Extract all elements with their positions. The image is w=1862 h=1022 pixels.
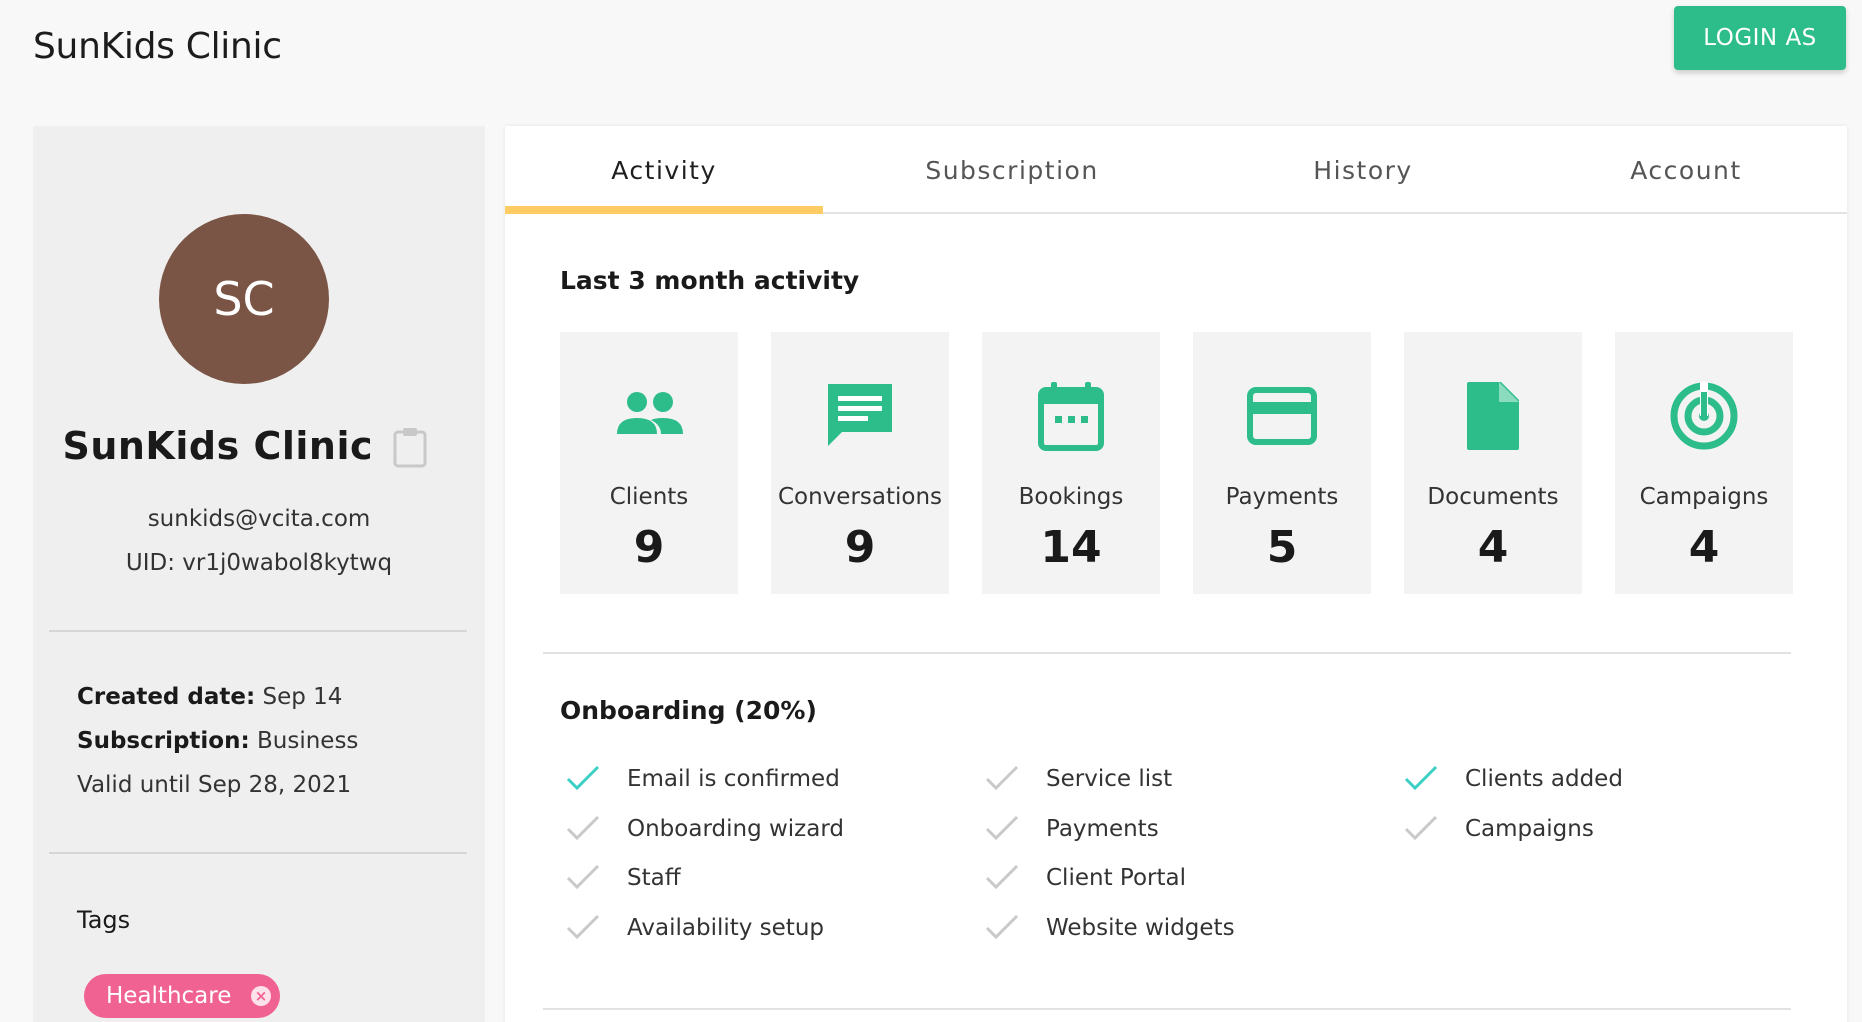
onboarding-label: Onboarding wizard [627, 816, 844, 842]
check-icon [566, 864, 600, 890]
campaigns-icon [1670, 382, 1738, 450]
tab-activity[interactable]: Activity [505, 126, 823, 214]
stat-value: 5 [1266, 522, 1298, 573]
onboarding-item: Onboarding wizard [565, 812, 844, 846]
onboarding-item: Campaigns [1403, 812, 1594, 846]
subscription-label: Subscription: [77, 728, 250, 754]
stat-label: Bookings [1018, 484, 1124, 510]
account-email: sunkids@vcita.com [147, 506, 371, 532]
tab-account[interactable]: Account [1525, 126, 1847, 214]
stat-card-payments[interactable]: Payments 5 [1193, 332, 1371, 594]
onboarding-item: Availability setup [565, 911, 824, 945]
stat-value: 4 [1477, 522, 1509, 573]
stat-label: Documents [1427, 484, 1559, 510]
check-icon [985, 815, 1019, 841]
stat-label: Campaigns [1639, 484, 1769, 510]
check-icon [985, 765, 1019, 791]
check-icon [1404, 765, 1438, 791]
stat-value: 9 [844, 522, 876, 573]
check-icon [566, 914, 600, 940]
onboarding-item: Email is confirmed [565, 762, 840, 796]
remove-tag-icon[interactable]: × [251, 986, 271, 1006]
active-tab-indicator [505, 206, 823, 214]
bookings-icon [1038, 382, 1104, 451]
documents-icon [1467, 382, 1519, 450]
check-icon [985, 864, 1019, 890]
stat-card-campaigns[interactable]: Campaigns 4 [1615, 332, 1793, 594]
onboarding-label: Payments [1046, 816, 1159, 842]
check-icon [985, 914, 1019, 940]
org-name: SunKids Clinic [62, 424, 373, 468]
clients-icon [617, 392, 683, 434]
tag-label: Healthcare [106, 983, 232, 1009]
tab-bar: Activity Subscription History Account [505, 126, 1847, 214]
activity-title: Last 3 month activity [560, 266, 860, 295]
tab-subscription[interactable]: Subscription [823, 126, 1201, 214]
stat-label: Payments [1225, 484, 1339, 510]
onboarding-item: Payments [984, 812, 1159, 846]
main-panel: Activity Subscription History Account La… [505, 126, 1847, 1022]
sidebar-divider [49, 852, 467, 854]
check-icon [1404, 815, 1438, 841]
check-icon [566, 815, 600, 841]
subscription-value: Business [249, 728, 359, 754]
subscription-row: Subscription: Business [77, 728, 358, 754]
stat-value: 9 [633, 522, 665, 573]
onboarding-item: Client Portal [984, 861, 1186, 895]
onboarding-label: Client Portal [1046, 865, 1186, 891]
stat-card-documents[interactable]: Documents 4 [1404, 332, 1582, 594]
stat-value: 4 [1688, 522, 1720, 573]
onboarding-label: Staff [627, 865, 681, 891]
onboarding-item: Clients added [1403, 762, 1623, 796]
avatar: SC [159, 214, 329, 384]
onboarding-label: Service list [1046, 766, 1173, 792]
section-divider [543, 1008, 1791, 1010]
created-date-row: Created date: Sep 14 [77, 684, 342, 710]
created-date-value: Sep 14 [255, 684, 343, 710]
onboarding-item: Staff [565, 861, 681, 895]
check-icon [566, 765, 600, 791]
stat-value: 14 [1040, 522, 1102, 573]
onboarding-title: Onboarding (20%) [560, 696, 817, 725]
onboarding-label: Email is confirmed [627, 766, 840, 792]
onboarding-item: Service list [984, 762, 1172, 796]
stat-card-bookings[interactable]: Bookings 14 [982, 332, 1160, 594]
tab-history[interactable]: History [1201, 126, 1525, 214]
onboarding-item: Website widgets [984, 911, 1235, 945]
stat-label: Conversations [777, 484, 943, 510]
tag-healthcare: Healthcare × [84, 974, 280, 1018]
clipboard-icon[interactable] [392, 426, 428, 468]
payments-icon [1247, 387, 1317, 445]
onboarding-label: Campaigns [1465, 816, 1594, 842]
stat-card-conversations[interactable]: Conversations 9 [771, 332, 949, 594]
stat-card-clients[interactable]: Clients 9 [560, 332, 738, 594]
conversations-icon [828, 384, 892, 446]
sidebar-divider [49, 630, 467, 632]
onboarding-label: Availability setup [627, 915, 825, 941]
page-title: SunKids Clinic [33, 26, 282, 67]
account-uid: UID: vr1j0wabol8kytwq [125, 550, 393, 576]
account-sidebar: SC SunKids Clinic sunkids@vcita.com UID:… [33, 126, 485, 1022]
onboarding-label: Website widgets [1046, 915, 1235, 941]
created-date-label: Created date: [77, 684, 256, 710]
stat-label: Clients [609, 484, 689, 510]
section-divider [543, 652, 1791, 654]
tags-title: Tags [77, 906, 131, 934]
onboarding-label: Clients added [1465, 766, 1623, 792]
valid-until-row: Valid until Sep 28, 2021 [77, 772, 352, 798]
login-as-button[interactable]: LOGIN AS [1674, 6, 1846, 70]
